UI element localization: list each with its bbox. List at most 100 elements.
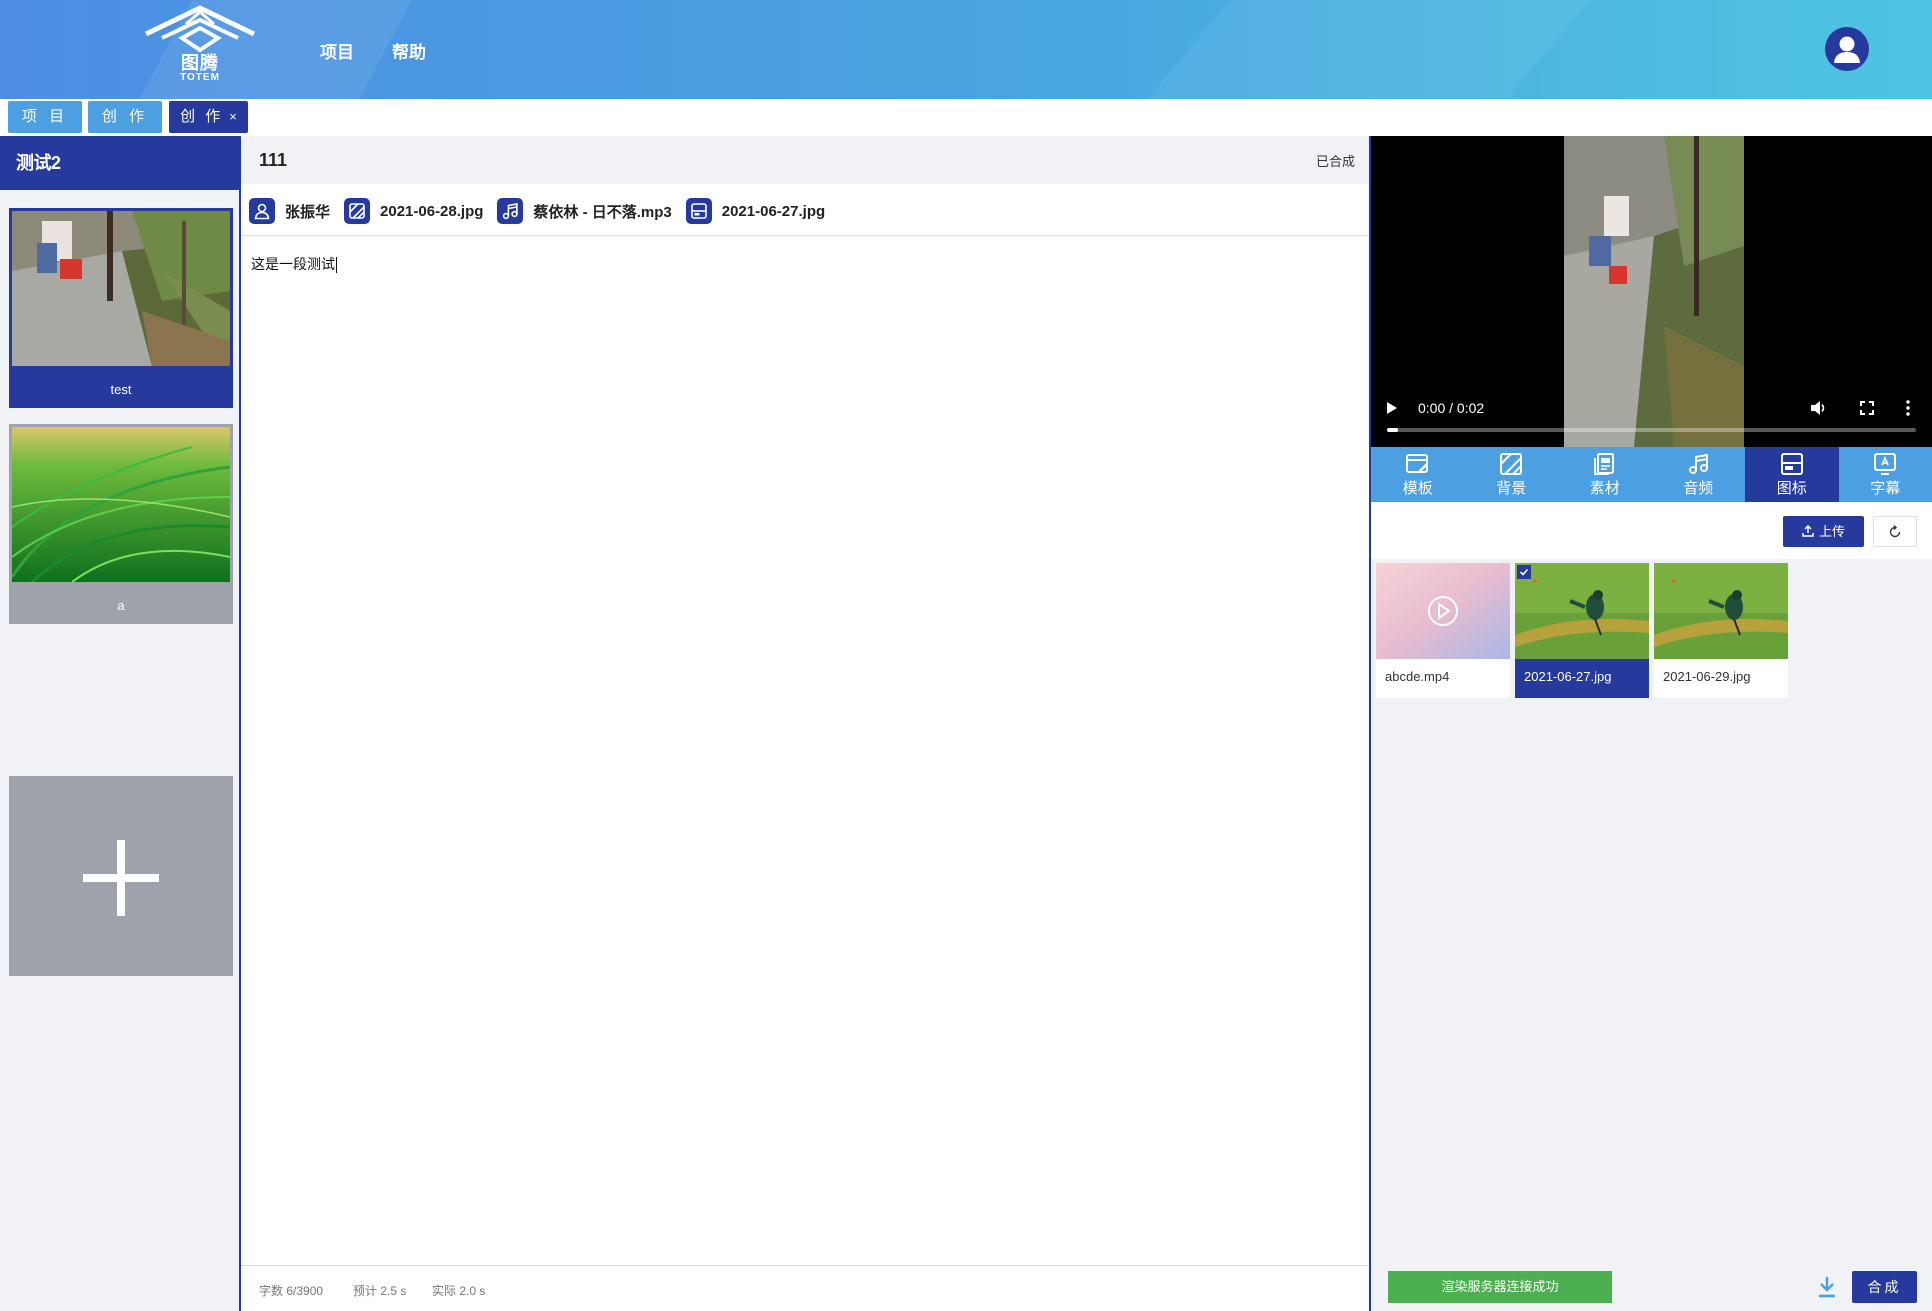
upload-label: 上传 bbox=[1818, 524, 1845, 539]
app-header: 图腾 TOTEM 项目 帮助 bbox=[0, 0, 1932, 99]
image-icon bbox=[1780, 453, 1803, 475]
tab-label: 素材 bbox=[1589, 480, 1620, 497]
tab-material[interactable]: 素材 bbox=[1558, 447, 1652, 502]
fullscreen-icon[interactable] bbox=[1857, 398, 1877, 418]
video-progress-bar[interactable] bbox=[1387, 428, 1916, 432]
template-icon bbox=[1405, 454, 1428, 473]
script-text-area[interactable]: 这是一段测试 bbox=[251, 254, 337, 274]
volume-icon[interactable] bbox=[1808, 398, 1828, 418]
more-options-icon[interactable] bbox=[1898, 398, 1918, 418]
resource-chips: 张振华 2021-06-28.jpg 蔡依林 - 日不落.mp3 2021-06… bbox=[249, 194, 839, 228]
estimated-duration: 预计 2.5 s bbox=[353, 1284, 407, 1298]
scene-name: 111 bbox=[259, 150, 288, 170]
music-icon bbox=[1689, 453, 1709, 474]
download-icon[interactable] bbox=[1815, 1274, 1839, 1300]
tab-background[interactable]: 背景 bbox=[1465, 447, 1559, 502]
tab-subtitle[interactable]: 字幕 bbox=[1839, 447, 1932, 502]
asset-thumbnail bbox=[1654, 563, 1788, 659]
tab-create-active[interactable]: 创 作 × bbox=[169, 101, 248, 133]
nav-help[interactable]: 帮助 bbox=[392, 38, 426, 63]
top-nav: 项目 帮助 bbox=[320, 38, 426, 63]
checkmark-icon bbox=[1517, 565, 1531, 579]
editor-footer: 字数 6/3900 预计 2.5 s 实际 2.0 s bbox=[241, 1265, 1369, 1311]
subtitle-icon bbox=[1874, 453, 1897, 475]
tab-bar: 项 目 创 作 创 作 × bbox=[0, 99, 1932, 136]
image-icon bbox=[685, 198, 712, 224]
user-avatar[interactable] bbox=[1825, 27, 1869, 71]
chip-label: 张振华 bbox=[285, 203, 331, 221]
preview-panel: 0:00 / 0:02 模板 背景 素材 音频 图标 字幕 上传 abcde.m… bbox=[1371, 136, 1932, 1311]
logo-text-en: TOTEM bbox=[180, 72, 220, 83]
tab-audio[interactable]: 音频 bbox=[1652, 447, 1746, 502]
tab-label: 图标 bbox=[1776, 480, 1807, 497]
compose-status: 已合成 bbox=[1315, 154, 1355, 169]
chip-icon[interactable]: 2021-06-27.jpg bbox=[685, 198, 826, 224]
word-count: 字数 6/3900 bbox=[259, 1284, 324, 1298]
tab-icon[interactable]: 图标 bbox=[1745, 447, 1839, 502]
tab-label: 创 作 bbox=[101, 108, 149, 125]
scene-card[interactable]: test bbox=[9, 208, 233, 408]
refresh-icon bbox=[1889, 524, 1901, 537]
compose-button[interactable]: 合成 bbox=[1852, 1271, 1917, 1303]
chip-voice[interactable]: 张振华 bbox=[249, 198, 330, 224]
asset-item[interactable]: 2021-06-29.jpg bbox=[1654, 563, 1788, 698]
server-status-badge: 渲染服务器连接成功 bbox=[1388, 1271, 1612, 1303]
asset-item[interactable]: abcde.mp4 bbox=[1376, 563, 1510, 698]
editor-header: 111 已合成 bbox=[241, 136, 1369, 184]
background-icon bbox=[1500, 453, 1523, 475]
plus-icon bbox=[83, 840, 159, 916]
script-text: 这是一段测试 bbox=[251, 256, 335, 272]
user-icon bbox=[1834, 36, 1860, 63]
refresh-button[interactable] bbox=[1873, 516, 1917, 547]
asset-toolbar: 上传 bbox=[1371, 502, 1932, 559]
asset-item-selected[interactable]: 2021-06-27.jpg bbox=[1515, 563, 1649, 698]
chip-background[interactable]: 2021-06-28.jpg bbox=[344, 198, 483, 224]
project-title: 测试2 bbox=[0, 136, 239, 190]
tab-create[interactable]: 创 作 bbox=[88, 101, 162, 133]
text-caret bbox=[336, 257, 337, 274]
material-icon bbox=[1593, 453, 1614, 475]
play-icon[interactable] bbox=[1387, 402, 1397, 414]
tab-label: 背景 bbox=[1496, 480, 1527, 497]
add-scene-button[interactable] bbox=[9, 776, 233, 976]
tab-label: 音频 bbox=[1683, 480, 1714, 497]
tab-label: 字幕 bbox=[1870, 480, 1901, 497]
scene-card[interactable]: a bbox=[9, 424, 233, 624]
actual-duration: 实际 2.0 s bbox=[432, 1284, 486, 1298]
chip-label: 2021-06-28.jpg bbox=[380, 202, 484, 220]
nav-projects[interactable]: 项目 bbox=[320, 38, 354, 63]
asset-category-tabs: 模板 背景 素材 音频 图标 字幕 bbox=[1371, 447, 1932, 502]
asset-name: abcde.mp4 bbox=[1385, 669, 1450, 684]
video-player[interactable]: 0:00 / 0:02 bbox=[1371, 136, 1932, 447]
background-icon bbox=[344, 198, 371, 224]
app-logo[interactable]: 图腾 TOTEM bbox=[140, 4, 260, 94]
scene-caption: a bbox=[117, 598, 125, 613]
tab-label: 创 作 bbox=[180, 108, 224, 125]
asset-name: 2021-06-27.jpg bbox=[1524, 669, 1612, 684]
chip-audio[interactable]: 蔡依林 - 日不落.mp3 bbox=[497, 198, 672, 224]
asset-thumbnail bbox=[1515, 563, 1649, 659]
editor-panel: 111 已合成 张振华 2021-06-28.jpg 蔡依林 - 日不落.mp3 bbox=[241, 136, 1371, 1311]
scene-caption: test bbox=[110, 382, 132, 397]
divider bbox=[241, 235, 1369, 236]
logo-house-icon bbox=[144, 5, 256, 53]
tab-template[interactable]: 模板 bbox=[1371, 447, 1465, 502]
music-icon bbox=[497, 198, 524, 224]
upload-icon bbox=[1802, 524, 1814, 537]
header-decoration bbox=[1079, 0, 1641, 99]
tab-projects[interactable]: 项 目 bbox=[8, 101, 82, 133]
asset-name: 2021-06-29.jpg bbox=[1663, 669, 1751, 684]
tab-label: 模板 bbox=[1402, 480, 1433, 497]
upload-button[interactable]: 上传 bbox=[1783, 516, 1864, 547]
scene-thumbnail bbox=[12, 211, 230, 366]
scene-sidebar: 测试2 test a bbox=[0, 136, 241, 1311]
chip-label: 2021-06-27.jpg bbox=[721, 202, 826, 220]
logo-text-cn: 图腾 bbox=[181, 53, 219, 73]
video-progress-fill bbox=[1387, 428, 1398, 432]
scene-thumbnail bbox=[12, 427, 230, 582]
user-icon bbox=[249, 198, 275, 224]
chip-label: 蔡依林 - 日不落.mp3 bbox=[533, 203, 672, 221]
tab-close-icon[interactable]: × bbox=[229, 109, 237, 124]
asset-thumbnail bbox=[1376, 563, 1510, 659]
video-controls: 0:00 / 0:02 bbox=[1371, 386, 1932, 447]
